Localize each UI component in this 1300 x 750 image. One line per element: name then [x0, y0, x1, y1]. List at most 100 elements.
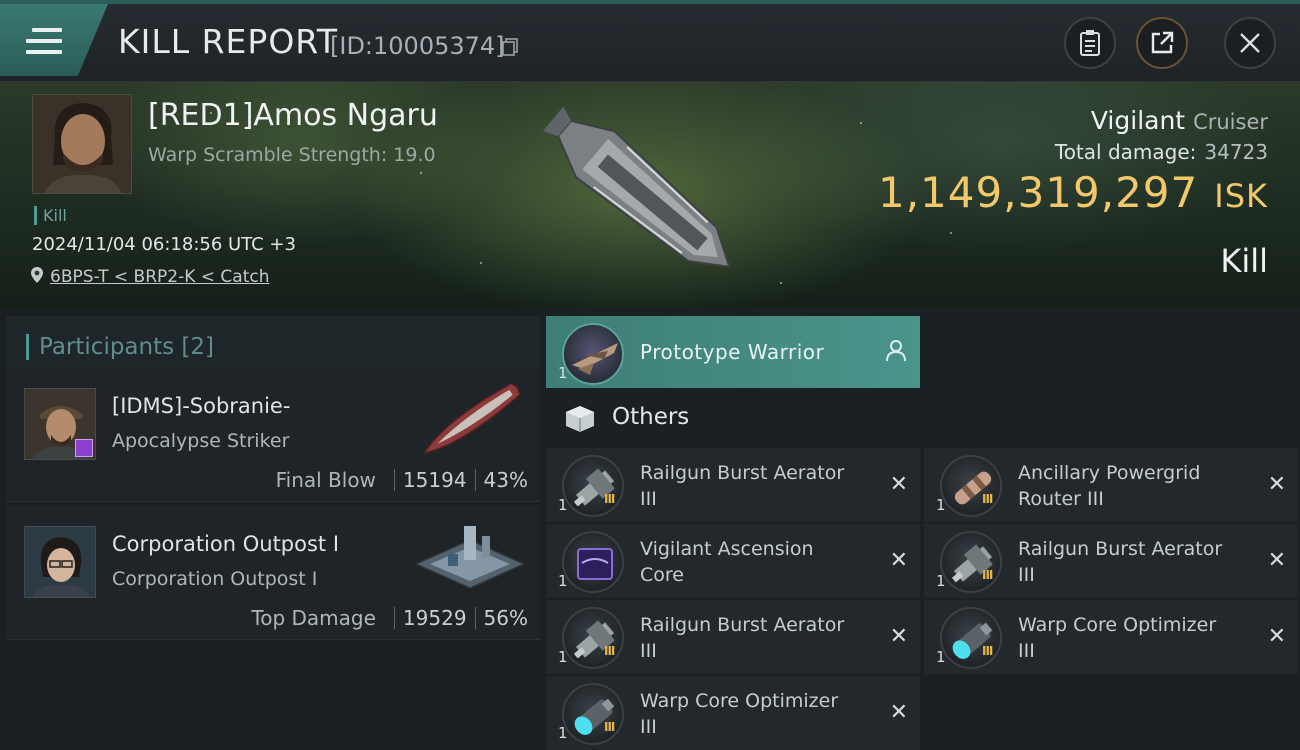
participant-damage: 15194	[402, 468, 467, 492]
item-name: Ancillary Powergrid Router III	[1018, 462, 1201, 510]
victim-ship-class: Cruiser	[1193, 110, 1268, 134]
destroyed-x-icon: ✕	[1267, 472, 1286, 497]
prototype-warrior-row[interactable]: 1 Prototype Warrior	[546, 316, 920, 388]
hamburger-menu-icon	[26, 28, 62, 58]
page-title: KILL REPORT	[118, 22, 338, 61]
warp-core-icon	[940, 607, 1002, 669]
menu-button[interactable]	[0, 4, 108, 76]
victim-banner: [RED1]Amos Ngaru Warp Scramble Strength:…	[0, 82, 1300, 308]
participant-stats: Top Damage 19529 56%	[251, 606, 528, 630]
victim-ship-image	[542, 106, 731, 268]
destroyed-x-icon: ✕	[1267, 548, 1286, 573]
total-damage: Total damage: 34723	[1055, 140, 1268, 164]
powergrid-icon	[940, 455, 1002, 517]
share-button[interactable]	[1136, 17, 1188, 69]
top-bar: KILL REPORT [ID:10005374]	[0, 0, 1300, 82]
victim-ship: Vigilant Cruiser	[1091, 106, 1268, 135]
participants-title: Participants [2]	[26, 334, 214, 360]
item-name: Warp Core Optimizer III	[1018, 614, 1217, 662]
railgun-icon	[940, 531, 1002, 593]
item-tier: III	[604, 644, 615, 658]
item-row[interactable]: 1 III Railgun Burst Aerator III ✕	[546, 448, 920, 522]
total-damage-value: 34723	[1204, 140, 1268, 164]
participant-damage: 19529	[402, 606, 467, 630]
share-icon	[1151, 31, 1174, 54]
location[interactable]: 6BPS-T < BRP2-K < Catch	[30, 266, 269, 287]
victim-portrait[interactable]	[32, 94, 132, 194]
destroyed-x-icon: ✕	[1267, 624, 1286, 649]
kill-timestamp: 2024/11/04 06:18:56 UTC +3	[32, 234, 296, 255]
item-tier: III	[982, 568, 993, 582]
top-accent-line	[0, 0, 1300, 4]
copy-icon[interactable]	[502, 38, 518, 56]
railgun-icon	[562, 455, 624, 517]
participant-ship-image	[422, 382, 521, 455]
item-quantity: 1	[558, 724, 568, 742]
victim-name[interactable]: [RED1]Amos Ngaru	[148, 98, 438, 133]
item-row[interactable]: 1 III Railgun Burst Aerator III ✕	[924, 524, 1298, 598]
isk-value: 1,149,319,297 ISK	[878, 168, 1268, 217]
item-tier: III	[604, 720, 615, 734]
railgun-icon	[562, 607, 624, 669]
participant-avatar	[24, 526, 96, 598]
participant-name[interactable]: Corporation Outpost I	[112, 532, 339, 556]
victim-ship-name: Vigilant	[1090, 106, 1186, 135]
item-name: Warp Core Optimizer III	[640, 690, 839, 738]
kill-tag: Kill	[34, 206, 67, 225]
item-name: Railgun Burst Aerator III	[640, 614, 845, 662]
item-quantity: 1	[936, 496, 946, 514]
destroyed-x-icon: ✕	[889, 624, 908, 649]
isk-unit: ISK	[1214, 177, 1268, 215]
location-pin-icon	[31, 267, 43, 283]
warp-core-icon	[562, 683, 624, 745]
item-quantity: 1	[558, 648, 568, 666]
participant-percent: 56%	[483, 606, 528, 630]
isk-amount: 1,149,319,297	[877, 168, 1199, 217]
participant-stat-label: Top Damage	[251, 606, 376, 630]
participant-card[interactable]: Corporation Outpost I Corporation Outpos…	[6, 506, 540, 640]
destroyed-x-icon: ✕	[889, 700, 908, 725]
item-row[interactable]: 1 III Warp Core Optimizer III ✕	[546, 676, 920, 750]
item-tier: III	[982, 492, 993, 506]
item-row[interactable]: 1 Vigilant Ascension Core ✕	[546, 524, 920, 598]
cube-icon	[566, 406, 594, 432]
destroyed-x-icon: ✕	[889, 472, 908, 497]
participant-name[interactable]: [IDMS]-Sobranie-	[112, 394, 290, 418]
destroyed-x-icon: ✕	[889, 548, 908, 573]
item-name: Railgun Burst Aerator III	[1018, 538, 1223, 586]
item-quantity: 1	[558, 572, 568, 590]
kill-result: Kill	[1220, 242, 1268, 280]
clipboard-icon	[1080, 30, 1100, 56]
item-name: Railgun Burst Aerator III	[640, 462, 845, 510]
others-section-header: Others	[546, 390, 920, 446]
item-quantity: 1	[558, 496, 568, 514]
location-link[interactable]: 6BPS-T < BRP2-K < Catch	[50, 267, 269, 287]
item-row[interactable]: 1 III Ancillary Powergrid Router III ✕	[924, 448, 1298, 522]
alliance-badge-icon	[75, 439, 93, 457]
item-quantity: 1	[936, 572, 946, 590]
participant-ship: Apocalypse Striker	[112, 430, 290, 452]
item-row[interactable]: 1 III Warp Core Optimizer III ✕	[924, 600, 1298, 674]
items-panel: 1 Prototype Warrior Others 1 III Railgun…	[540, 308, 1300, 750]
drone-icon	[562, 323, 624, 385]
item-row[interactable]: 1 III Railgun Burst Aerator III ✕	[546, 600, 920, 674]
participant-percent: 43%	[483, 468, 528, 492]
prototype-label: Prototype Warrior	[640, 340, 825, 364]
item-tier: III	[604, 492, 615, 506]
outpost-image	[414, 526, 526, 589]
item-name: Vigilant Ascension Core	[640, 538, 814, 586]
participants-panel: Participants [2] [IDMS]-Sobranie- Apocal…	[0, 308, 540, 750]
participant-avatar	[24, 388, 96, 460]
close-icon	[1240, 33, 1260, 53]
warp-scramble-strength: Warp Scramble Strength: 19.0	[148, 144, 436, 166]
total-damage-label: Total damage:	[1054, 140, 1197, 164]
item-tier: III	[982, 644, 993, 658]
participants-header: Participants [2]	[6, 316, 540, 374]
item-quantity: 1	[558, 364, 568, 382]
kill-report-id: [ID:10005374]	[330, 32, 505, 60]
close-button[interactable]	[1224, 17, 1276, 69]
participant-card[interactable]: [IDMS]-Sobranie- Apocalypse Striker Fina…	[6, 368, 540, 502]
clipboard-button[interactable]	[1064, 17, 1116, 69]
participant-stats: Final Blow 15194 43%	[276, 468, 528, 492]
others-label: Others	[612, 404, 690, 430]
